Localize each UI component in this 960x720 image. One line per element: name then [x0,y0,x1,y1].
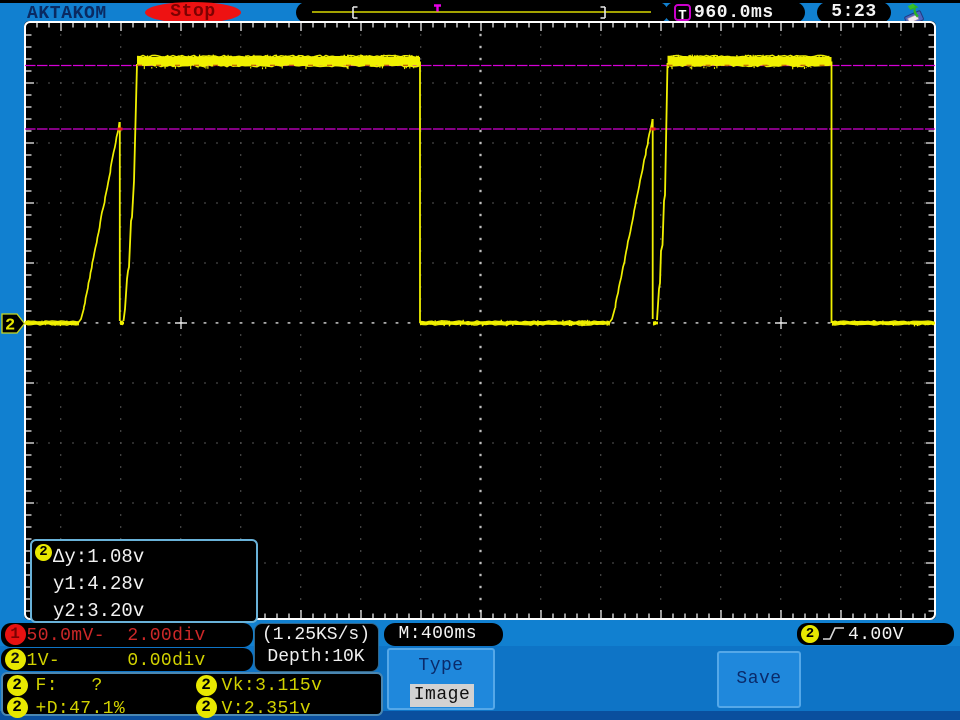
svg-text:2: 2 [5,316,15,334]
